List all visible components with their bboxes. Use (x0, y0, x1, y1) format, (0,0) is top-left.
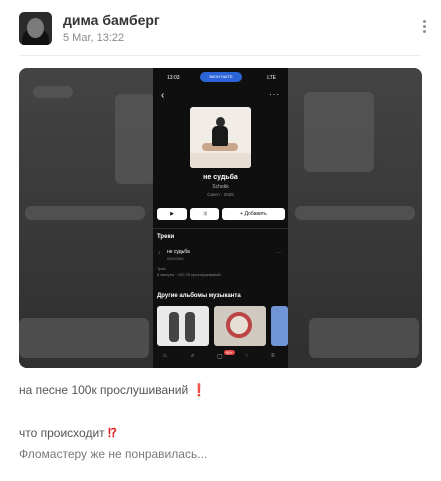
other-albums-header: Другие альбомы музыканта (157, 293, 241, 299)
post-media[interactable]: 13:03 ВКОНТАКТЕ LTE ‹ ··· не судьба Scho… (19, 68, 422, 368)
blur-block (304, 92, 374, 172)
header-divider (19, 55, 421, 56)
blur-block (33, 86, 73, 98)
caption-line-3: Фломастеру же не понравилась... (19, 447, 208, 461)
caption-line-1: на песне 100к прослушиваний ❗ (19, 383, 206, 397)
phone-tab-bar: ⌂ ⌕ ▢ 99+ ◌ ≡ (153, 348, 288, 368)
blur-block (25, 206, 145, 220)
avatar[interactable] (19, 12, 52, 45)
author-name[interactable]: дима бамберг (63, 12, 160, 28)
blur-block (19, 318, 149, 358)
caption-text-1: на песне 100к прослушиваний (19, 383, 189, 397)
status-icons: LTE (267, 75, 276, 81)
album-cover (190, 107, 251, 168)
more-horizontal-icon: ··· (269, 90, 280, 99)
caption-text-2: что происходит (19, 426, 105, 440)
blur-block (309, 318, 419, 358)
status-pill: ВКОНТАКТЕ (200, 72, 242, 82)
more-vertical-icon[interactable] (419, 18, 429, 38)
menu-icon: ≡ (271, 353, 275, 359)
messages-icon: ▢ (217, 354, 223, 360)
track-more-icon: ··· (277, 250, 282, 256)
phone-status-bar: 13:03 ВКОНТАКТЕ LTE (153, 68, 288, 86)
track-title: не судьба (203, 174, 238, 181)
blur-block (295, 206, 415, 220)
home-icon: ⌂ (163, 353, 167, 359)
album-thumb (271, 306, 288, 346)
phone-divider (153, 228, 288, 229)
interrobang-icon: ⁉ (108, 426, 117, 440)
shuffle-icon: ⤨ (190, 208, 219, 220)
blur-block (115, 94, 155, 184)
clips-icon: ◌ (245, 353, 249, 359)
track-stats-1: Трек (157, 266, 166, 271)
add-button: + Добавить (222, 208, 285, 220)
phone-screenshot: 13:03 ВКОНТАКТЕ LTE ‹ ··· не судьба Scho… (153, 68, 288, 368)
track-artist: Schokk (212, 184, 229, 190)
back-arrow-icon: ‹ (161, 90, 165, 101)
post-header: дима бамберг 5 Mar, 13:22 (19, 12, 429, 52)
avatar-face (27, 18, 44, 38)
status-time: 13:03 (167, 75, 180, 81)
track-stats-2: 5 минуты · 100,7К прослушиваний (157, 272, 221, 277)
track-row-title: не судьба (167, 249, 190, 255)
track-meta: Сингл · 2025 (207, 192, 234, 197)
caption-line-2: что происходит ⁉ (19, 426, 117, 440)
post-date[interactable]: 5 Mar, 13:22 (63, 32, 124, 44)
messages-badge: 99+ (224, 350, 235, 355)
exclamation-icon: ❗ (191, 383, 207, 397)
tracks-header: Треки (157, 234, 175, 240)
album-thumb (214, 306, 266, 346)
album-thumb (157, 306, 209, 346)
search-icon: ⌕ (191, 353, 195, 359)
track-row-artist: SCHOKK (167, 256, 184, 261)
track-play-icon: ♪ (158, 250, 161, 256)
play-icon: ▶ (157, 208, 187, 220)
